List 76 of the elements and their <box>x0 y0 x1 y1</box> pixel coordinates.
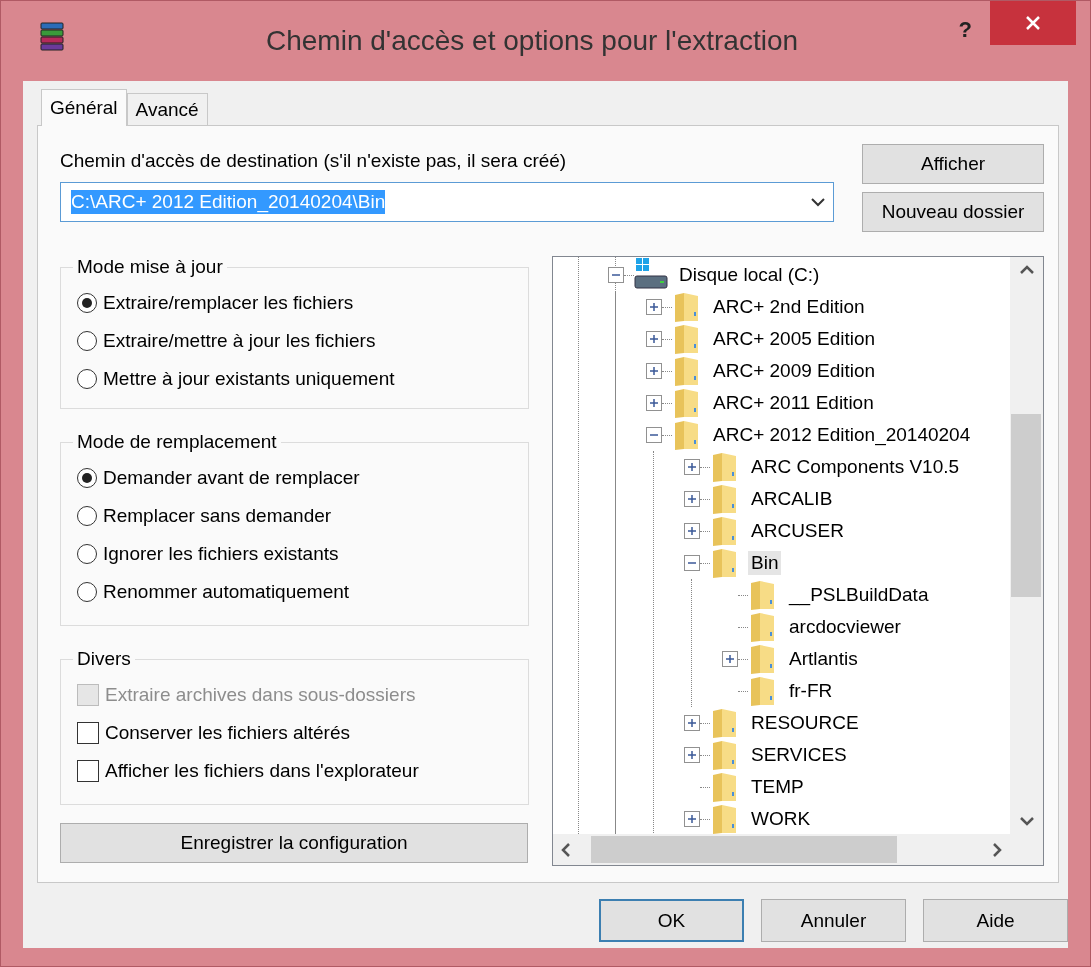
books-icon <box>39 21 65 51</box>
scroll-left-icon[interactable] <box>561 841 571 858</box>
tree-item[interactable]: ARC+ 2005 Edition <box>710 327 879 351</box>
radio-button[interactable] <box>77 544 97 564</box>
tree-item[interactable]: ARCUSER <box>748 519 847 543</box>
checkbox[interactable] <box>77 722 99 744</box>
expand-icon[interactable] <box>684 523 700 539</box>
expand-icon[interactable] <box>684 715 700 731</box>
tree-item[interactable]: TEMP <box>748 775 807 799</box>
option-label: Extraire/mettre à jour les fichiers <box>103 330 376 352</box>
tree-item[interactable]: RESOURCE <box>748 711 862 735</box>
tree-item[interactable]: fr-FR <box>786 679 836 703</box>
option-label: Renommer automatiquement <box>103 581 350 603</box>
collapse-icon[interactable] <box>608 267 624 283</box>
expand-icon[interactable] <box>684 459 700 475</box>
radio-button[interactable] <box>77 506 97 526</box>
collapse-icon[interactable] <box>646 427 662 443</box>
window-title: Chemin d'accès et options pour l'extraction <box>266 25 799 57</box>
option-label: Afficher les fichiers dans l'explorateur <box>105 760 419 782</box>
vertical-scrollbar[interactable] <box>1010 257 1043 834</box>
save-config-button[interactable]: Enregistrer la configuration <box>60 823 528 863</box>
group-title: Divers <box>76 648 132 670</box>
group-title: Mode mise à jour <box>76 256 224 278</box>
dialog-button[interactable]: Nouveau dossier <box>862 192 1044 232</box>
dialog-button[interactable]: Afficher <box>862 144 1044 184</box>
expand-icon[interactable] <box>684 747 700 763</box>
tree-item[interactable]: arcdocviewer <box>786 615 904 639</box>
expand-icon[interactable] <box>646 299 662 315</box>
radio-button[interactable] <box>77 369 97 389</box>
horizontal-scrollbar[interactable] <box>553 834 1010 865</box>
tree-item[interactable]: Artlantis <box>786 647 861 671</box>
expand-icon[interactable] <box>646 395 662 411</box>
radio-button[interactable] <box>77 468 97 488</box>
tab[interactable]: Avancé <box>126 93 208 125</box>
tree-item[interactable]: ARC+ 2012 Edition_20140204 <box>710 423 974 447</box>
expand-icon[interactable] <box>646 331 662 347</box>
tree-item[interactable]: SERVICES <box>748 743 850 767</box>
collapse-icon[interactable] <box>684 555 700 571</box>
dialog-button[interactable]: Aide <box>923 899 1068 942</box>
tree-item[interactable]: ARC+ 2011 Edition <box>710 391 877 415</box>
dialog-button[interactable]: Annuler <box>761 899 906 942</box>
group-title: Mode de remplacement <box>76 431 278 453</box>
tree-item[interactable]: ARC+ 2nd Edition <box>710 295 868 319</box>
tree-item[interactable]: Disque local (C:) <box>676 263 823 287</box>
tree-item[interactable]: ARC+ 2009 Edition <box>710 359 879 383</box>
tree-item[interactable]: ARC Components V10.5 <box>748 455 963 479</box>
scroll-up-icon[interactable] <box>1018 265 1035 275</box>
scroll-down-icon[interactable] <box>1018 816 1035 826</box>
dialog-button[interactable]: OK <box>599 899 744 942</box>
scroll-right-icon[interactable] <box>992 841 1002 858</box>
close-button[interactable] <box>990 1 1076 45</box>
field-label: Chemin d'accès de destination (s'il n'existe pas, il sera créé) <box>60 149 568 172</box>
option-label: Extraire/remplacer les fichiers <box>103 292 354 314</box>
tree-item[interactable]: WORK <box>748 807 814 831</box>
radio-button[interactable] <box>77 293 97 313</box>
radio-button[interactable] <box>77 582 97 602</box>
close-icon <box>1025 15 1041 31</box>
expand-icon[interactable] <box>684 491 700 507</box>
option-label: Remplacer sans demander <box>103 505 332 527</box>
checkbox[interactable] <box>77 760 99 782</box>
expand-icon[interactable] <box>722 651 738 667</box>
tree-item[interactable]: ARCALIB <box>748 487 836 511</box>
expand-icon[interactable] <box>684 811 700 827</box>
tab[interactable]: Général <box>41 89 127 126</box>
drive-icon <box>634 258 668 292</box>
option-label: Ignorer les fichiers existants <box>103 543 339 565</box>
tree-item[interactable]: __PSLBuildData <box>786 583 932 607</box>
dropdown-icon <box>811 197 825 207</box>
expand-icon[interactable] <box>646 363 662 379</box>
radio-button[interactable] <box>77 331 97 351</box>
option-label: Extraire archives dans sous-dossiers <box>105 684 416 706</box>
option-label: Mettre à jour existants uniquement <box>103 368 395 390</box>
option-label: Conserver les fichiers altérés <box>105 722 350 744</box>
tree-item[interactable]: Bin <box>748 551 782 575</box>
help-button[interactable]: ? <box>952 15 978 45</box>
option-label: Demander avant de remplacer <box>103 467 360 489</box>
